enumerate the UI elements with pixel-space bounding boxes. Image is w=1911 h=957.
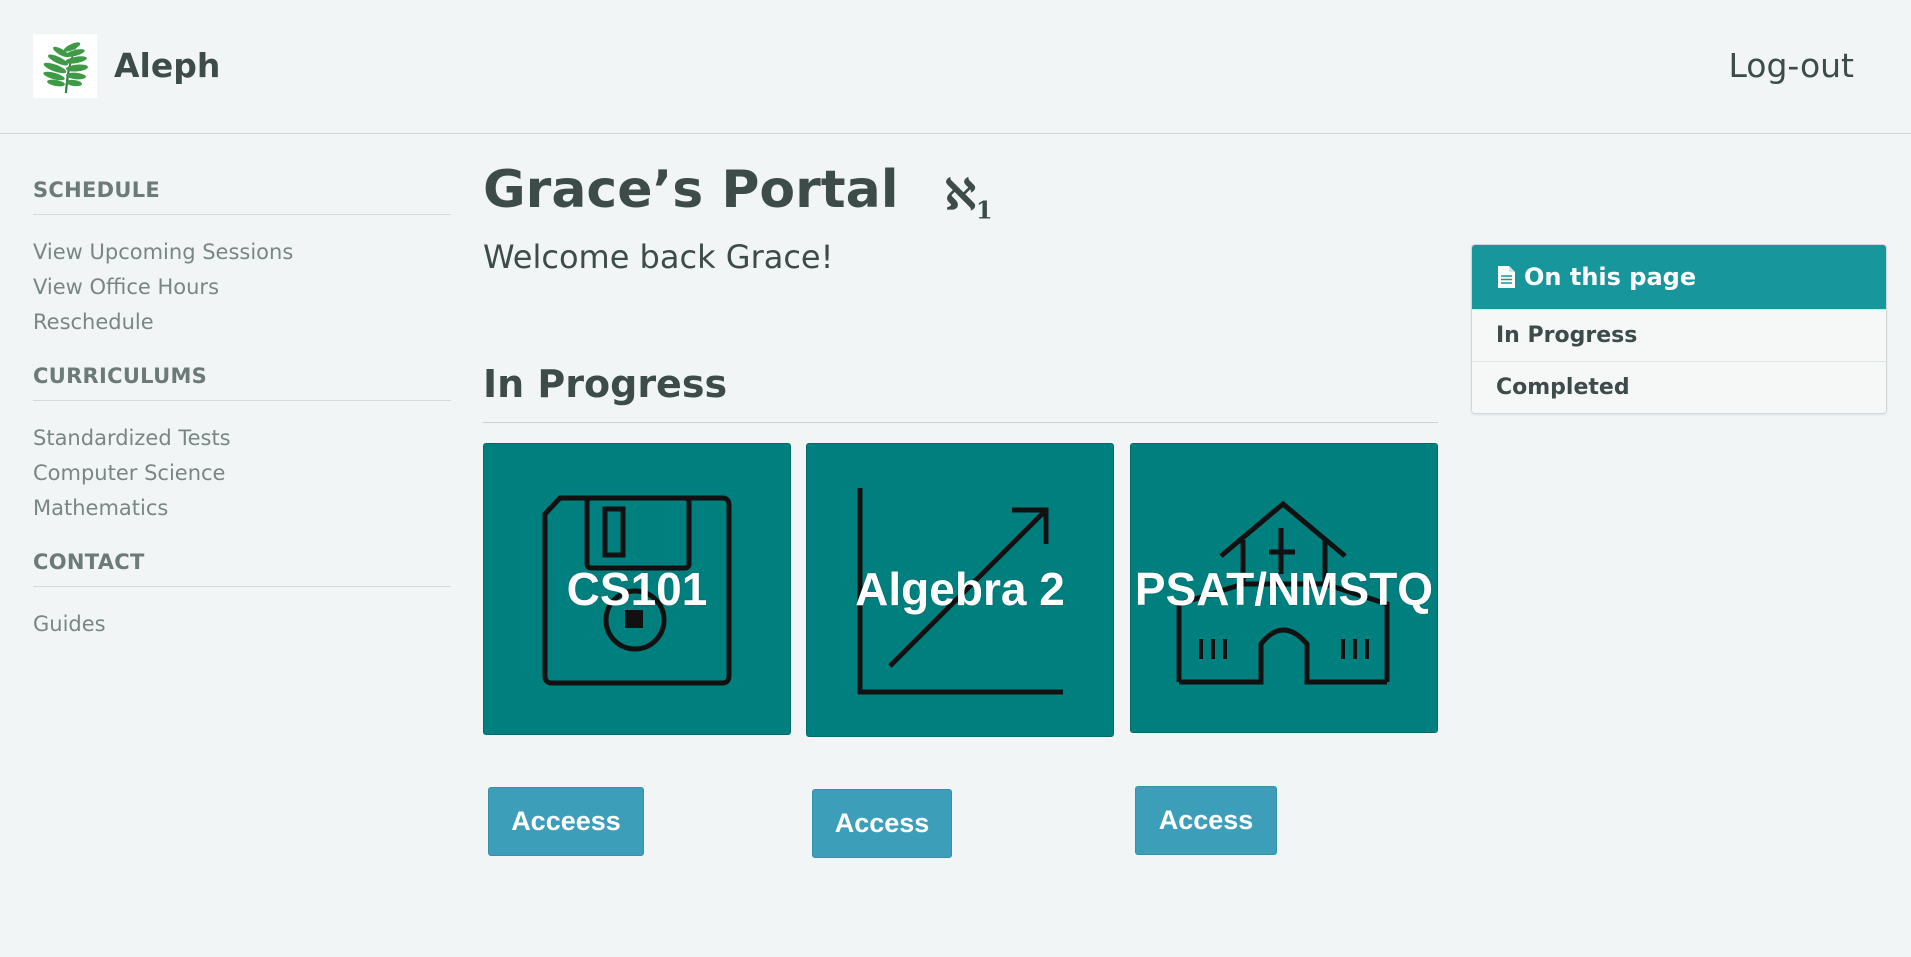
access-button-algebra-2[interactable]: Access — [812, 789, 952, 859]
on-this-page-item-completed[interactable]: Completed — [1472, 361, 1886, 413]
page-title-text: Grace’s Portal — [483, 160, 899, 220]
sidebar-heading: CURRICULUMS — [33, 364, 451, 401]
sidebar-group-schedule: SCHEDULE View Upcoming Sessions View Off… — [33, 178, 451, 340]
on-this-page-title: On this page — [1524, 263, 1697, 291]
on-this-page-item-in-progress[interactable]: In Progress — [1472, 309, 1886, 361]
logout-link[interactable]: Log-out — [1728, 46, 1854, 85]
aleph-symbol: ℵ — [944, 170, 976, 219]
page-title: Grace’s Portal ℵ1 — [483, 160, 1438, 224]
sidebar-group-curriculums: CURRICULUMS Standardized Tests Computer … — [33, 364, 451, 526]
course-card-label: PSAT/NMSTQ — [1134, 563, 1434, 616]
course-card-psat-nmstq[interactable]: PSAT/NMSTQ — [1130, 443, 1438, 734]
main-content: Grace’s Portal ℵ1 Welcome back Grace! In… — [483, 160, 1438, 859]
course-card-cs101[interactable]: CS101 — [483, 443, 791, 736]
brand-name[interactable]: Aleph — [114, 46, 220, 85]
sidebar-item-standardized-tests[interactable]: Standardized Tests — [33, 421, 451, 456]
fern-leaf-icon[interactable] — [33, 34, 97, 98]
top-bar: Aleph Log-out — [0, 0, 1911, 134]
sidebar-item-reschedule[interactable]: Reschedule — [33, 305, 451, 340]
sidebar-item-mathematics[interactable]: Mathematics — [33, 491, 451, 526]
sidebar-heading: SCHEDULE — [33, 178, 451, 215]
section-title-in-progress: In Progress — [483, 362, 1438, 424]
course-card-algebra-2[interactable]: Algebra 2 — [806, 443, 1114, 738]
course-cards: CS101 Algebra 2 PSAT/NMSTQ Acceess Acces… — [483, 423, 1438, 859]
aleph-subscript: 1 — [975, 195, 993, 225]
sidebar-group-contact: CONTACT Guides — [33, 550, 451, 642]
document-icon — [1498, 266, 1515, 288]
sidebar-item-computer-science[interactable]: Computer Science — [33, 456, 451, 491]
access-button-cs101[interactable]: Acceess — [488, 787, 644, 857]
aleph-mark: ℵ1 — [945, 170, 993, 224]
on-this-page-panel: On this page In Progress Completed — [1471, 244, 1887, 414]
sidebar: SCHEDULE View Upcoming Sessions View Off… — [33, 178, 451, 666]
welcome-message: Welcome back Grace! — [483, 238, 834, 277]
course-card-label: Algebra 2 — [855, 563, 1065, 616]
sidebar-heading: CONTACT — [33, 550, 451, 587]
course-card-label: CS101 — [566, 563, 708, 616]
sidebar-item-view-upcoming-sessions[interactable]: View Upcoming Sessions — [33, 235, 451, 270]
sidebar-item-view-office-hours[interactable]: View Office Hours — [33, 270, 451, 305]
on-this-page-header: On this page — [1472, 245, 1886, 309]
access-button-psat-nmstq[interactable]: Access — [1135, 786, 1277, 856]
sidebar-item-guides[interactable]: Guides — [33, 607, 451, 642]
